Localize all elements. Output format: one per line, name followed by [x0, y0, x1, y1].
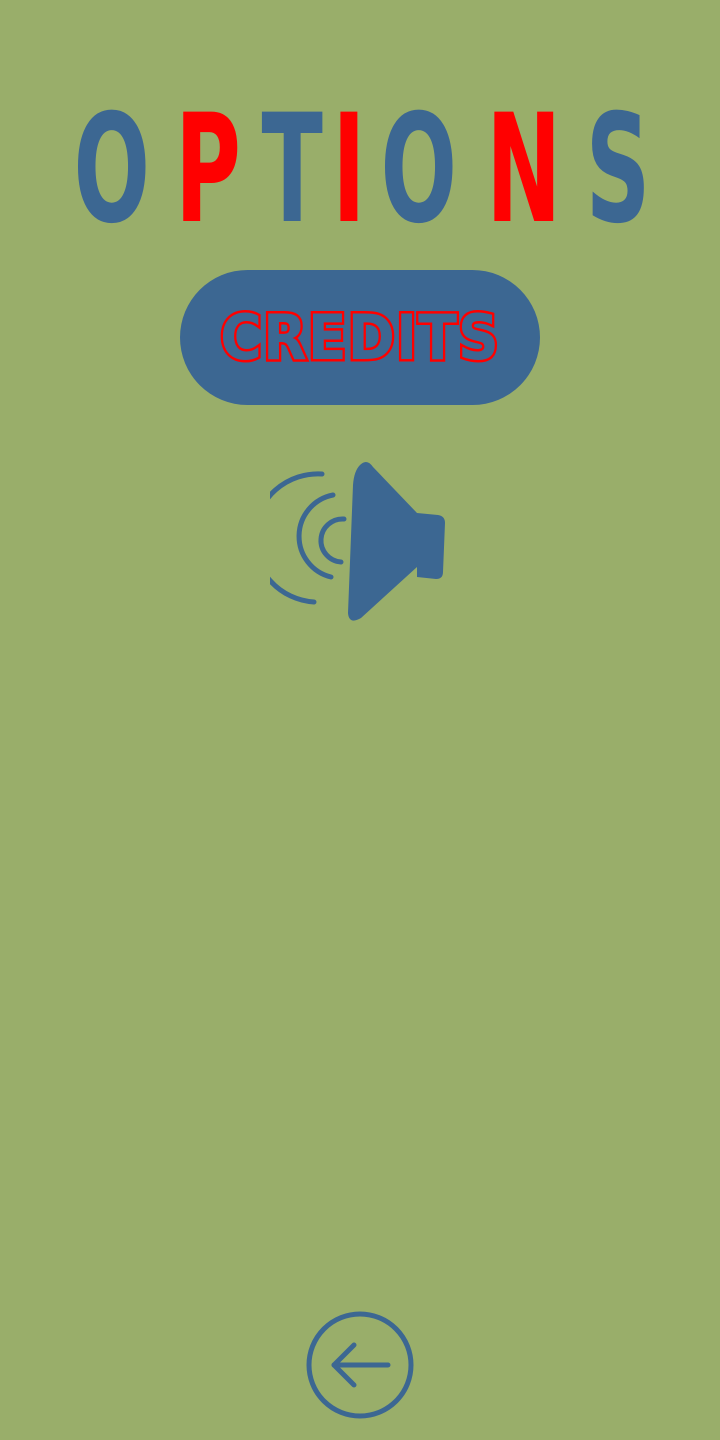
speaker-body	[417, 513, 445, 579]
sound-wave-medium	[296, 492, 336, 580]
credits-label: CREDITS	[218, 299, 501, 377]
title-letter: O	[73, 83, 150, 257]
title-letter: O	[380, 83, 458, 257]
title-letter: P	[175, 83, 242, 257]
sound-wave-small	[318, 516, 347, 565]
title-letter: N	[485, 83, 562, 257]
back-arrow-icon	[306, 1311, 414, 1419]
options-screen: O P T I O N S CREDITS	[0, 0, 720, 1440]
options-title: O P T I O N S	[0, 90, 720, 250]
credits-button[interactable]: CREDITS	[180, 270, 540, 405]
title-letter: T	[261, 83, 323, 257]
speaker-icon	[251, 461, 445, 621]
title-letter: S	[585, 83, 651, 257]
sound-toggle-button[interactable]	[251, 455, 450, 630]
speaker-cone	[348, 461, 417, 621]
sound-wave-large	[251, 471, 325, 605]
back-button[interactable]	[305, 1310, 415, 1420]
title-letter: I	[332, 83, 367, 257]
